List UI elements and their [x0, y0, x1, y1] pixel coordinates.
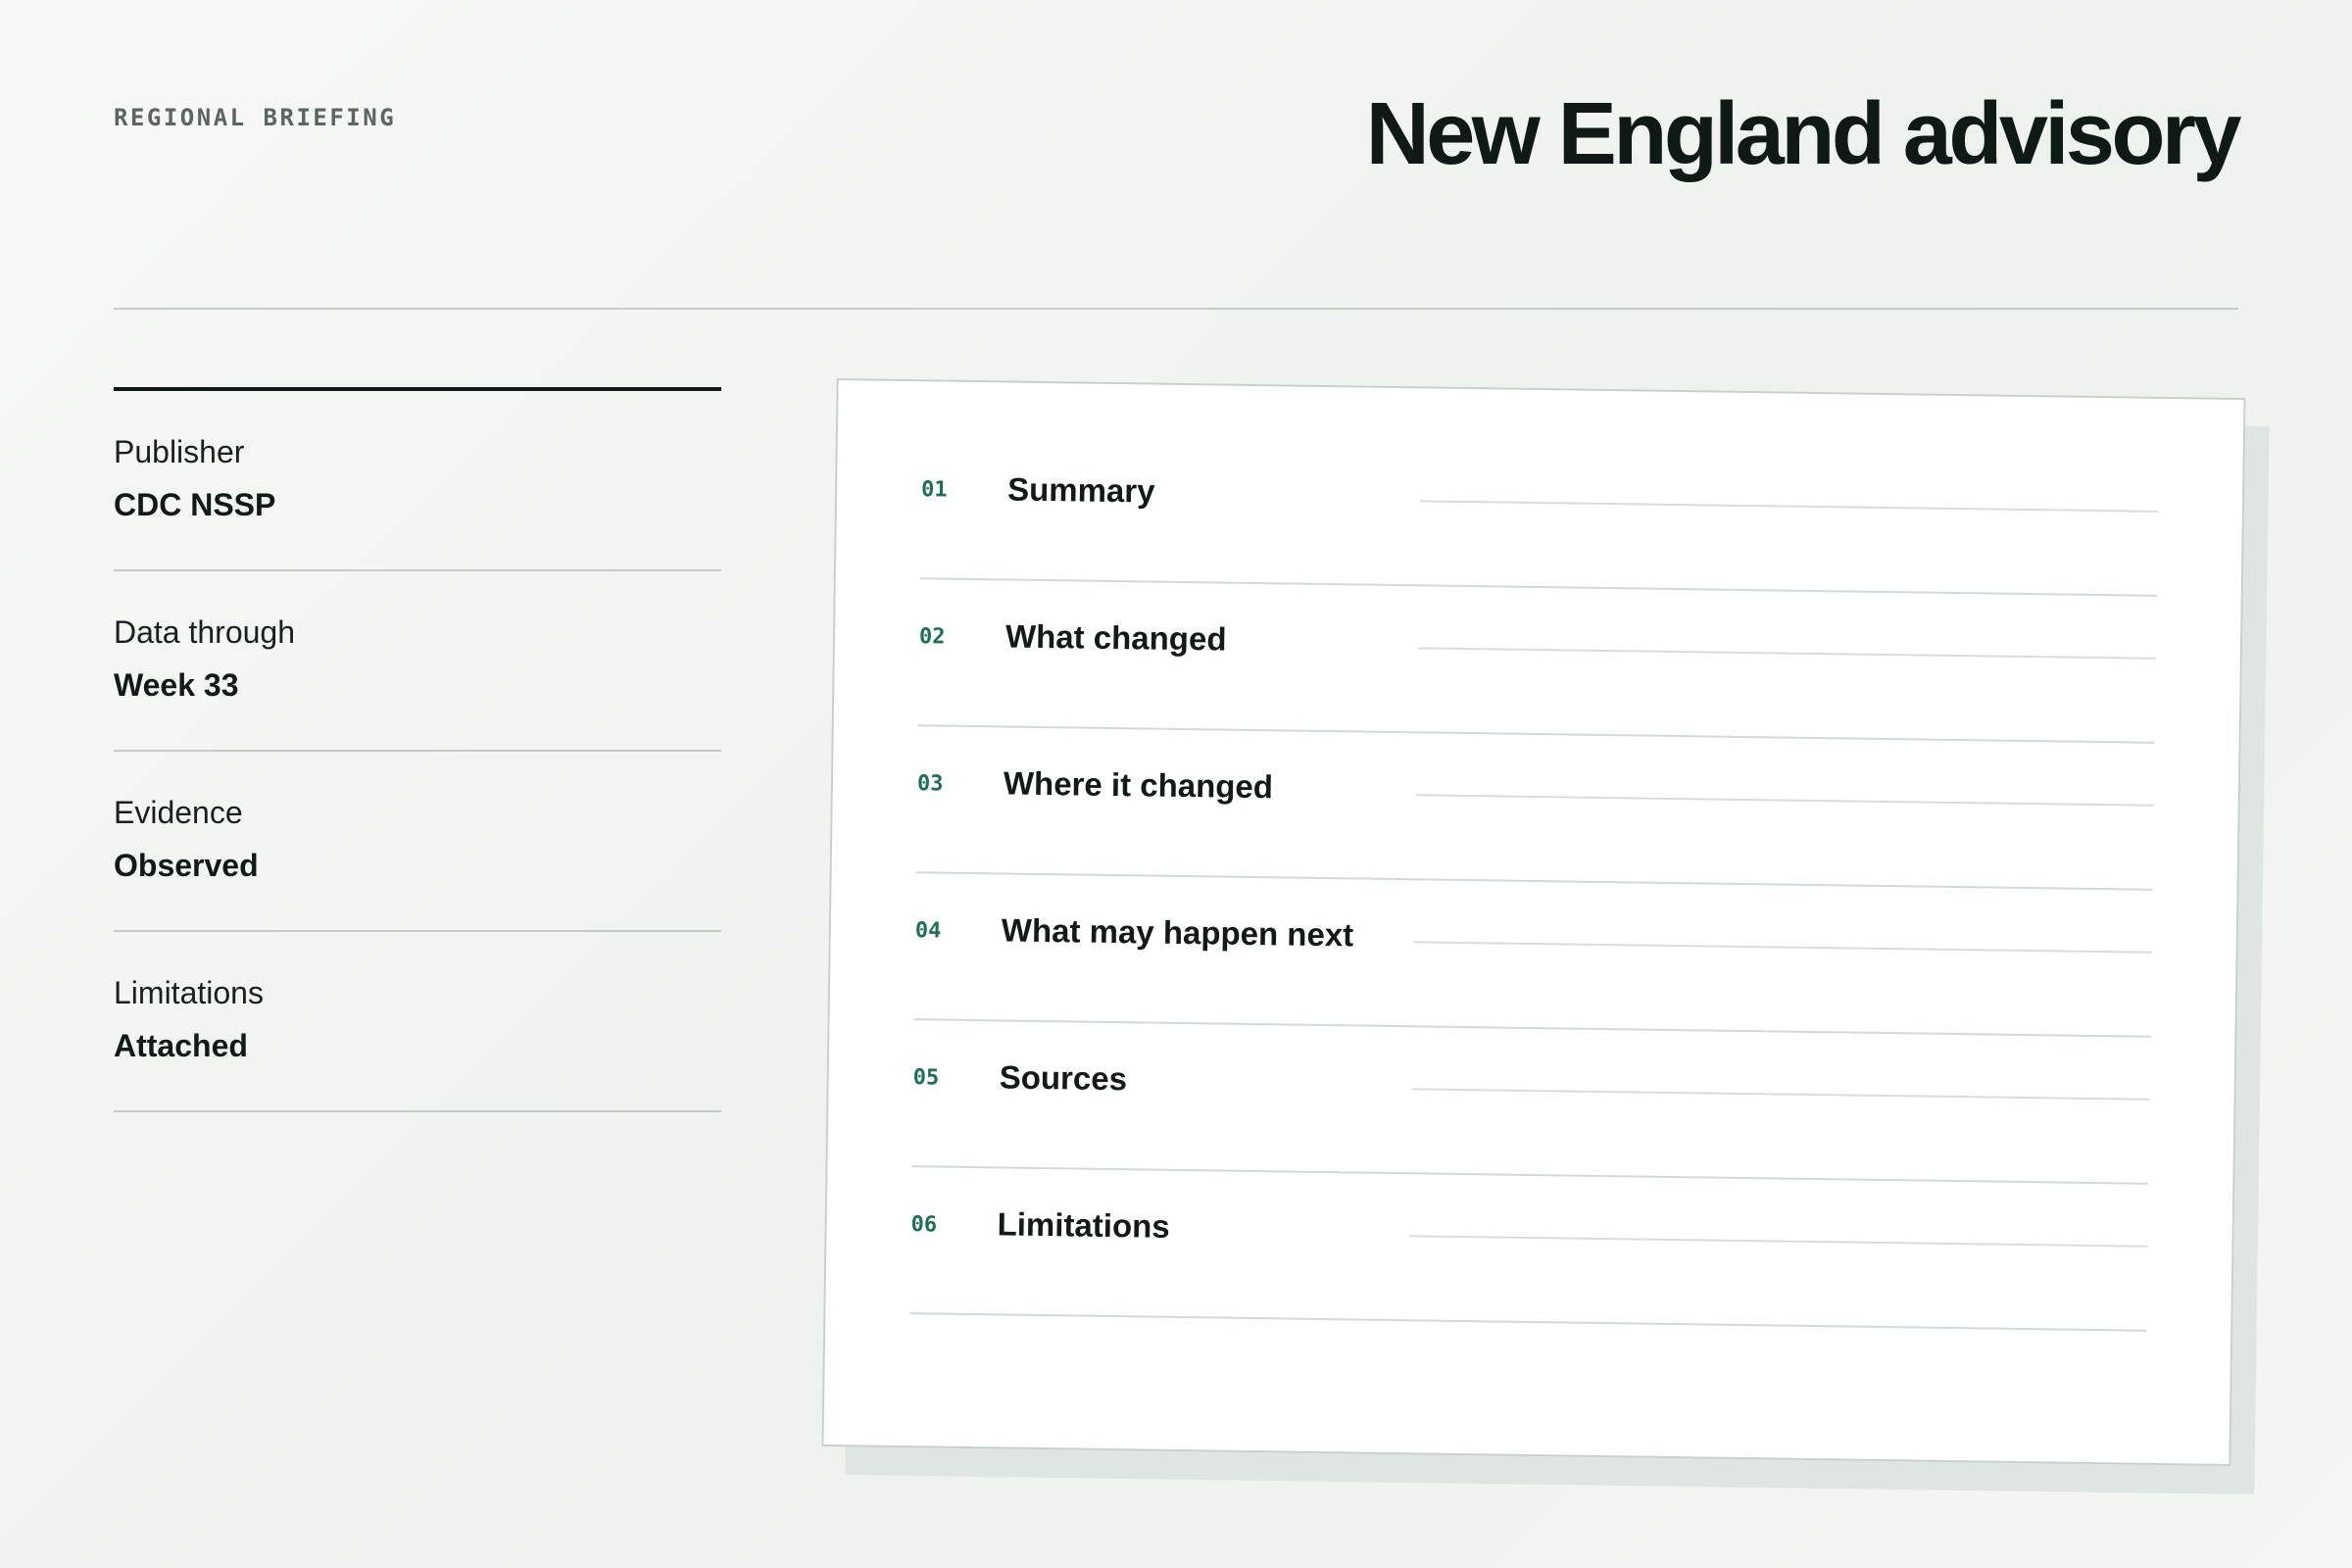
meta-row-limitations: Limitations Attached [114, 932, 721, 1112]
toc-label: Summary [1006, 470, 1155, 510]
toc-number: 06 [910, 1212, 938, 1238]
toc-item-summary[interactable]: 01 Summary [919, 432, 2159, 597]
toc-item-what-may-happen-next[interactable]: 04 What may happen next [913, 873, 2153, 1038]
toc-item-limitations[interactable]: 06 Limitations [909, 1167, 2149, 1332]
toc-label: What changed [1004, 617, 1227, 658]
metadata-panel: Publisher CDC NSSP Data through Week 33 … [114, 387, 721, 1112]
toc-number: 03 [916, 771, 944, 797]
meta-label: Evidence [114, 795, 243, 830]
meta-label: Data through [114, 614, 296, 650]
toc-label: What may happen next [1001, 911, 1354, 954]
toc-item-what-changed[interactable]: 02 What changed [917, 579, 2157, 744]
page-title: New England advisory [1365, 85, 2242, 183]
toc-number: 01 [920, 477, 948, 503]
meta-row-data-through: Data through Week 33 [114, 571, 721, 752]
meta-label: Limitations [114, 975, 264, 1010]
meta-value: Week 33 [114, 667, 239, 703]
meta-value: Attached [114, 1028, 248, 1063]
toc-leader-line [1417, 647, 2156, 660]
toc-label: Where it changed [1003, 764, 1274, 806]
header-divider [114, 308, 2238, 310]
meta-value: CDC NSSP [114, 487, 276, 522]
toc-item-sources[interactable]: 05 Sources [911, 1020, 2151, 1185]
meta-value: Observed [114, 848, 259, 883]
meta-row-publisher: Publisher CDC NSSP [114, 391, 721, 571]
toc-number: 05 [912, 1065, 940, 1091]
meta-label: Publisher [114, 434, 245, 469]
toc-leader-line [1415, 794, 2154, 807]
section-eyebrow: REGIONAL BRIEFING [114, 104, 397, 131]
toc-leader-line [1413, 941, 2152, 954]
toc-leader-line [1411, 1088, 2150, 1101]
toc-item-where-it-changed[interactable]: 03 Where it changed [915, 726, 2155, 891]
toc-leader-line [1409, 1235, 2148, 1248]
meta-row-evidence: Evidence Observed [114, 752, 721, 932]
toc-label: Limitations [997, 1205, 1170, 1245]
toc-label: Sources [999, 1058, 1128, 1098]
table-of-contents: 01 Summary 02 What changed 03 Where it c… [821, 378, 2246, 1466]
toc-number: 02 [918, 624, 946, 650]
toc-leader-line [1419, 500, 2158, 513]
toc-number: 04 [914, 918, 942, 944]
